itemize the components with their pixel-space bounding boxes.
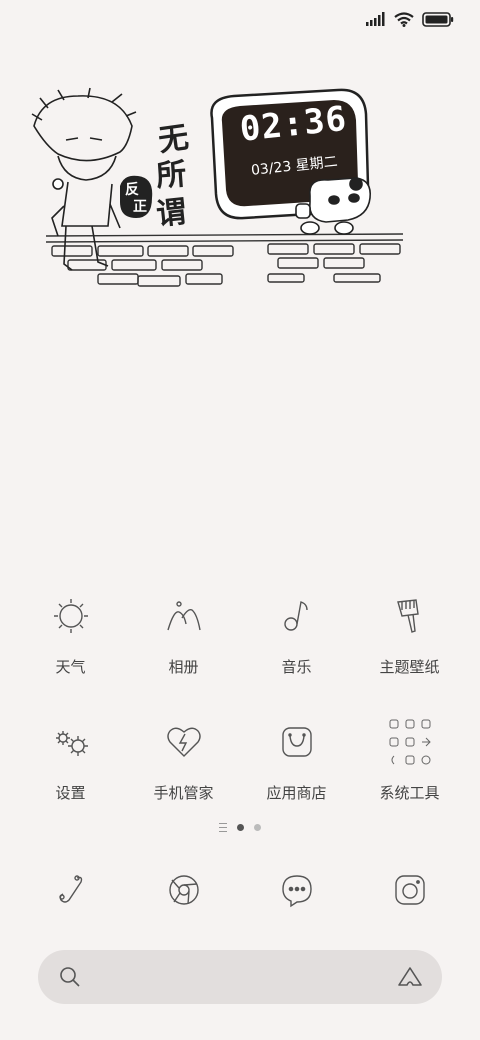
app-label: 系统工具 [379, 784, 440, 802]
messages-icon[interactable] [240, 866, 353, 914]
paint-brush-icon [386, 592, 434, 640]
home-screen: 无 所 谓 反 正 02:36 03/23 星期二 天气 相册 音乐 主题壁纸 … [0, 0, 480, 1040]
menu-lines-icon [219, 823, 227, 832]
page-indicator[interactable] [0, 823, 480, 832]
calligraphy-char: 正 [133, 199, 147, 215]
gears-icon [47, 718, 95, 766]
music-note-icon [273, 592, 321, 640]
search-input[interactable] [94, 962, 368, 994]
wifi-icon [394, 11, 414, 27]
app-music[interactable]: 音乐 [240, 592, 353, 718]
app-label: 天气 [55, 658, 86, 676]
app-label: 相册 [168, 658, 199, 676]
status-bar [366, 8, 454, 30]
folder-grid-icon [386, 718, 434, 766]
search-bar[interactable] [38, 950, 442, 1004]
calligraphy-char: 谓 [154, 194, 189, 233]
assistant-icon[interactable] [396, 965, 424, 993]
search-icon[interactable] [58, 965, 82, 993]
app-label: 手机管家 [153, 784, 214, 802]
browser-icon[interactable] [127, 866, 240, 914]
cellular-signal-icon [366, 12, 386, 26]
dock [14, 866, 466, 914]
app-label: 应用商店 [266, 784, 327, 802]
app-label: 音乐 [281, 658, 312, 676]
widget-illustration [31, 87, 404, 287]
app-row: 天气 相册 音乐 主题壁纸 [14, 592, 466, 718]
shopping-bag-icon [273, 718, 321, 766]
camera-icon[interactable] [353, 866, 466, 914]
battery-full-icon [422, 11, 454, 27]
page-dot-active[interactable] [237, 824, 244, 831]
page-dot[interactable] [254, 824, 261, 831]
clock-widget[interactable]: 无 所 谓 反 正 [28, 86, 418, 296]
heart-shield-icon [160, 718, 208, 766]
app-gallery[interactable]: 相册 [127, 592, 240, 718]
app-grid: 天气 相册 音乐 主题壁纸 设置 手机管家 应用商店 系统工具 [14, 592, 466, 844]
app-weather[interactable]: 天气 [14, 592, 127, 718]
app-label: 设置 [55, 784, 86, 802]
phone-icon[interactable] [14, 866, 127, 914]
app-label: 主题壁纸 [379, 658, 440, 676]
app-themes[interactable]: 主题壁纸 [353, 592, 466, 718]
sun-icon [47, 592, 95, 640]
mountain-icon [160, 592, 208, 640]
